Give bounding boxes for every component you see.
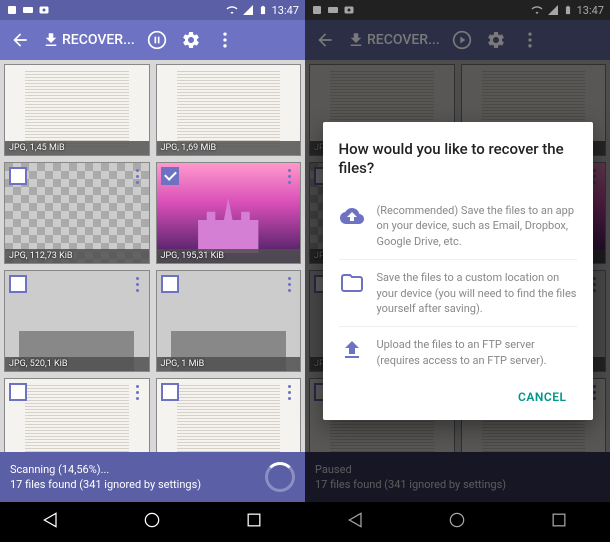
app-bar: RECOVER... <box>0 20 305 60</box>
battery-icon <box>258 4 268 16</box>
scan-status-bar: Scanning (14,56%)... 17 files found (341… <box>0 452 305 502</box>
select-checkbox[interactable] <box>9 275 27 293</box>
dialog-option-text: Upload the files to an FTP server (requi… <box>377 337 577 368</box>
select-checkbox[interactable] <box>161 383 179 401</box>
upload-icon <box>339 337 365 363</box>
notif-icon <box>22 4 34 16</box>
phone-left: 13:47 RECOVER... JPG, 1,45 MiB JPG, 1,69 … <box>0 0 305 542</box>
select-checkbox[interactable] <box>161 167 179 185</box>
recover-action[interactable]: RECOVER... <box>42 31 135 49</box>
card-more-button[interactable] <box>131 275 145 293</box>
file-caption: JPG, 520,1 KiB <box>5 357 149 371</box>
phone-right: 13:47 RECOVER... JPG, 1,45 MiBJPG, 1,69 … <box>305 0 610 542</box>
dialog-title: How would you like to recover the files? <box>339 140 577 179</box>
dialog-option[interactable]: (Recommended) Save the files to an app o… <box>339 193 577 260</box>
notif-icon <box>38 4 50 16</box>
cloud-upload-icon <box>339 203 365 229</box>
status-bar: 13:47 <box>0 0 305 20</box>
folder-icon <box>339 270 365 296</box>
file-card[interactable]: JPG, 195,31 KiB <box>156 162 302 264</box>
card-more-button[interactable] <box>282 275 296 293</box>
scan-status-line1: Scanning (14,56%)... <box>10 462 265 477</box>
file-card[interactable]: JPG, 1,69 MiB <box>156 64 302 156</box>
card-more-button[interactable] <box>282 383 296 401</box>
scan-status-line2: 17 files found (341 ignored by settings) <box>10 477 265 492</box>
settings-button[interactable] <box>179 28 203 52</box>
file-caption: JPG, 195,31 KiB <box>157 249 301 263</box>
app-title: RECOVER... <box>62 32 135 48</box>
file-caption: JPG, 112,73 KiB <box>5 249 149 263</box>
file-card[interactable]: JPG, 1,45 MiB <box>4 64 150 156</box>
dialog-option-text: Save the files to a custom location on y… <box>377 270 577 316</box>
back-button[interactable] <box>8 28 32 52</box>
pause-button[interactable] <box>145 28 169 52</box>
cancel-button[interactable]: CANCEL <box>508 382 576 412</box>
card-more-button[interactable] <box>131 167 145 185</box>
more-button[interactable] <box>213 28 237 52</box>
nav-back[interactable] <box>41 510 61 534</box>
dialog-option-text: (Recommended) Save the files to an app o… <box>377 203 577 249</box>
file-card[interactable]: JPG, 112,73 KiB <box>4 162 150 264</box>
file-caption: JPG, 1,45 MiB <box>5 141 149 155</box>
card-more-button[interactable] <box>131 383 145 401</box>
nav-home[interactable] <box>142 510 162 534</box>
nav-bar <box>0 502 305 542</box>
file-card[interactable]: JPG, 520,1 KiB <box>4 270 150 372</box>
spinner-icon <box>265 462 295 492</box>
notif-icon <box>6 4 18 16</box>
file-card[interactable]: JPG, 1,36 MiB <box>4 378 150 452</box>
select-checkbox[interactable] <box>9 383 27 401</box>
file-caption: JPG, 1 MiB <box>157 357 301 371</box>
select-checkbox[interactable] <box>161 275 179 293</box>
nav-recent[interactable] <box>244 510 264 534</box>
select-checkbox[interactable] <box>9 167 27 185</box>
file-caption: JPG, 1,69 MiB <box>157 141 301 155</box>
card-more-button[interactable] <box>282 167 296 185</box>
wifi-icon <box>226 4 238 16</box>
file-card[interactable]: JPG, 1 MiB <box>156 270 302 372</box>
dialog-option[interactable]: Upload the files to an FTP server (requi… <box>339 327 577 378</box>
file-grid: JPG, 1,45 MiB JPG, 1,69 MiB JPG, 112,73 Ki… <box>0 60 305 452</box>
file-card[interactable]: JPG, 1,36 MiB <box>156 378 302 452</box>
signal-icon <box>242 4 254 16</box>
status-time: 13:47 <box>272 4 299 17</box>
recover-dialog: How would you like to recover the files?… <box>323 122 593 420</box>
dialog-option[interactable]: Save the files to a custom location on y… <box>339 260 577 327</box>
dialog-overlay[interactable]: How would you like to recover the files?… <box>305 0 610 542</box>
